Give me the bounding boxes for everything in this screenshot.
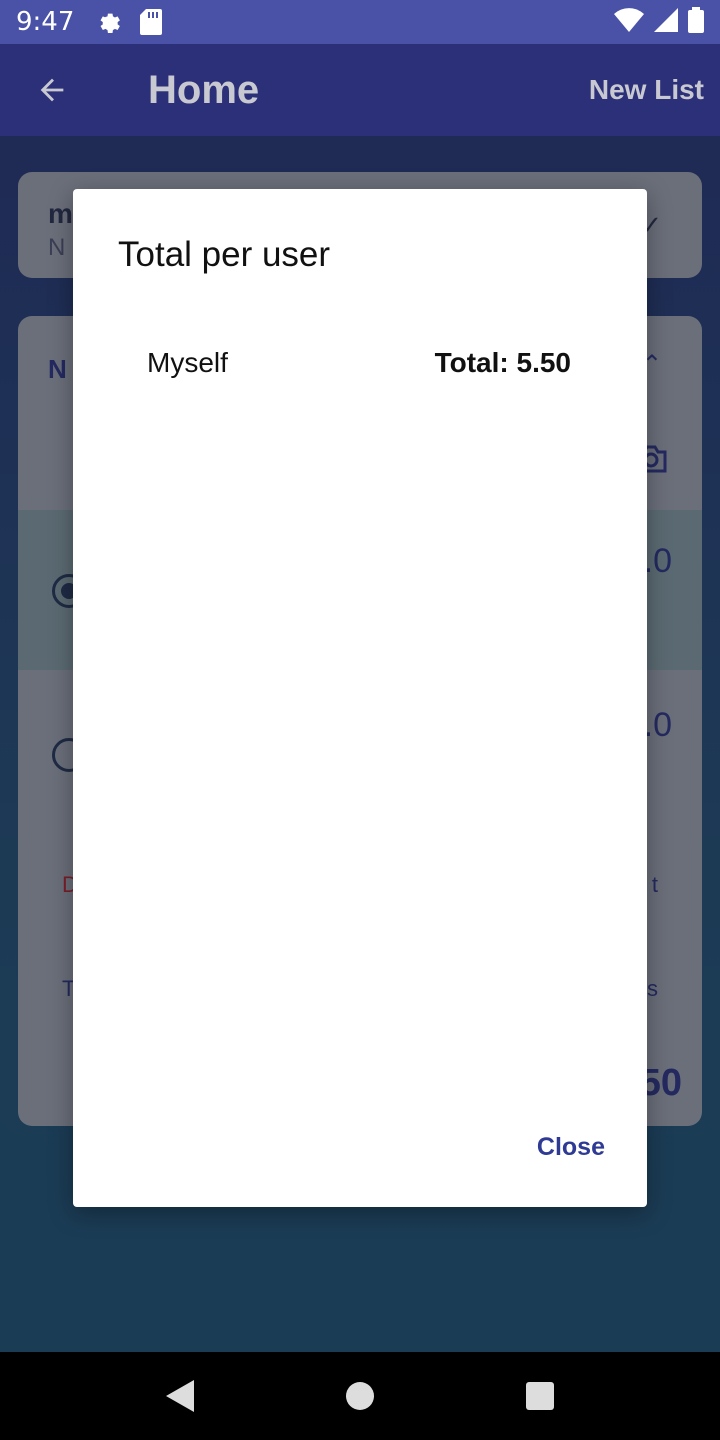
- user-name: Myself: [147, 347, 228, 378]
- dialog-title: Total per user: [118, 235, 331, 274]
- total-per-user-dialog: Total per user Myself Total: 5.50 Close: [73, 189, 647, 1207]
- square-recents-icon: [526, 1382, 554, 1410]
- navigation-bar: [0, 1352, 720, 1440]
- back-nav-button[interactable]: [150, 1366, 210, 1426]
- recents-nav-button[interactable]: [510, 1366, 570, 1426]
- list-item: Myself Total: 5.50: [147, 345, 571, 381]
- circle-home-icon: [346, 1382, 374, 1410]
- user-total: Total: 5.50: [434, 347, 571, 378]
- triangle-back-icon: [166, 1380, 194, 1412]
- close-button[interactable]: Close: [537, 1133, 605, 1162]
- home-nav-button[interactable]: [330, 1366, 390, 1426]
